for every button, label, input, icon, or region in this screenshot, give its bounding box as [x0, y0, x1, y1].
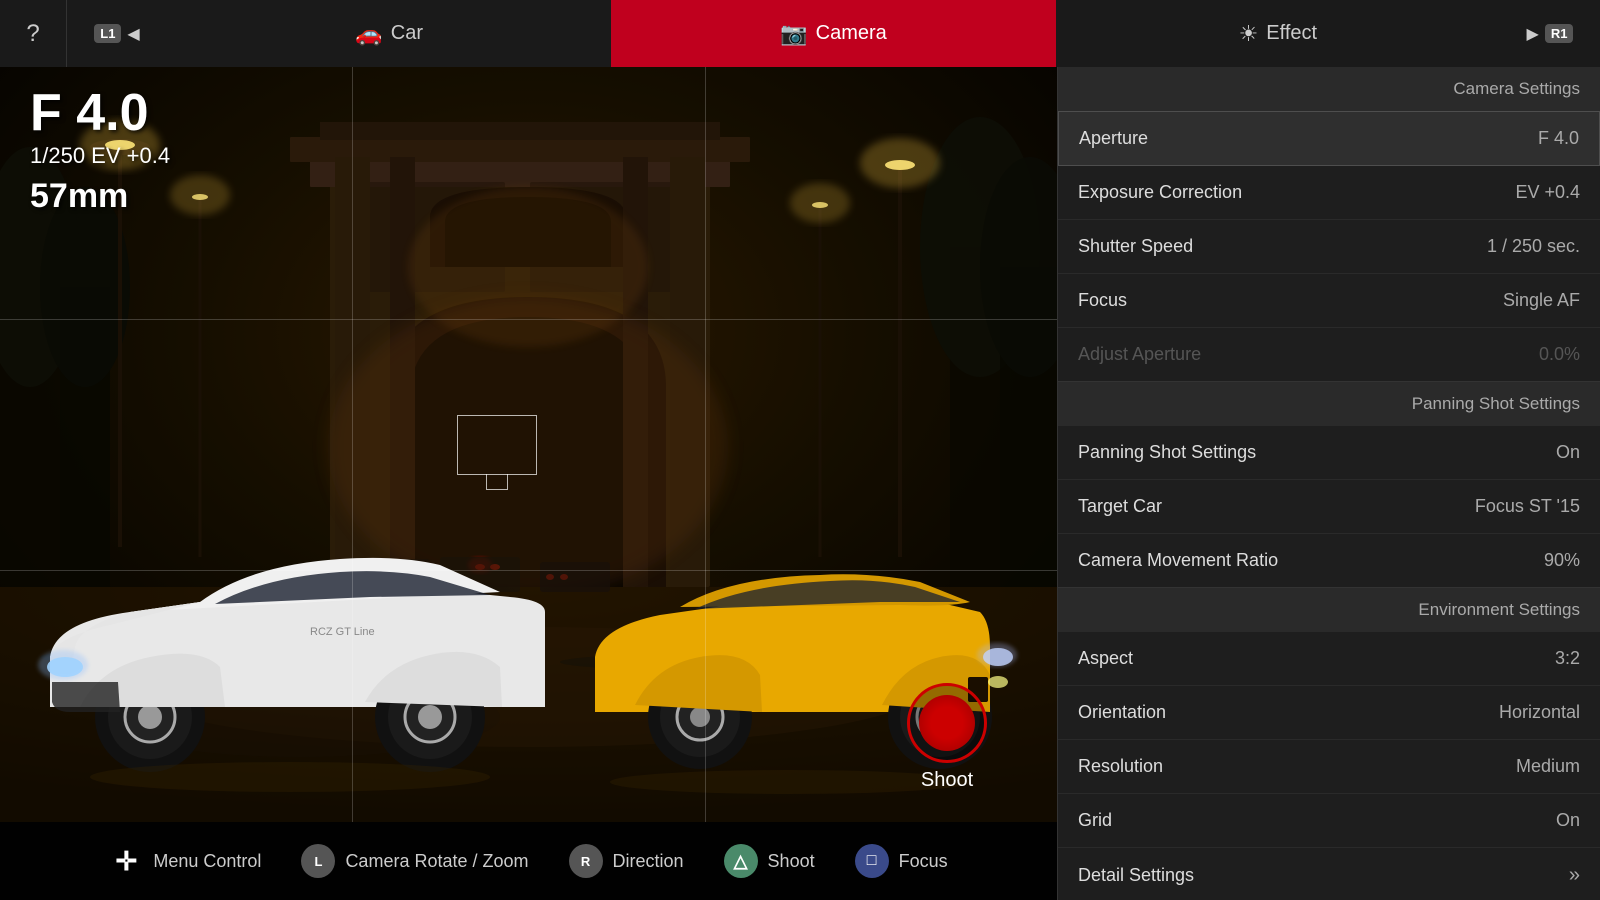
nav-camera-label: Camera — [816, 22, 887, 45]
car-icon: 🚗 — [355, 21, 382, 47]
left-arrow-icon: ◀ — [127, 24, 139, 44]
adjust-aperture-value: 0.0% — [1539, 344, 1580, 365]
camera-settings-header: Camera Settings — [1058, 67, 1600, 111]
r1-nav-button[interactable]: ▶ R1 — [1500, 0, 1600, 67]
bottom-camera-rotate: L Camera Rotate / Zoom — [301, 844, 528, 878]
l-button-icon: L — [301, 844, 335, 878]
hud-shutter-ev: 1/250 EV +0.4 — [30, 143, 170, 169]
camera-movement-row[interactable]: Camera Movement Ratio 90% — [1058, 534, 1600, 587]
detail-settings-label: Detail Settings — [1078, 865, 1194, 886]
aspect-row[interactable]: Aspect 3:2 — [1058, 632, 1600, 686]
focus-value: Single AF — [1503, 290, 1580, 311]
exposure-value: EV +0.4 — [1515, 182, 1580, 203]
bottom-focus: □ Focus — [855, 844, 948, 878]
resolution-row[interactable]: Resolution Medium — [1058, 740, 1600, 794]
direction-label: Direction — [613, 851, 684, 872]
hud-overlay: F 4.0 1/250 EV +0.4 57mm — [30, 87, 170, 216]
camera-icon: 📷 — [780, 21, 807, 47]
aperture-value: F 4.0 — [1538, 128, 1579, 149]
adjust-aperture-label: Adjust Aperture — [1078, 344, 1201, 365]
focus-bracket — [457, 415, 537, 475]
help-icon: ? — [26, 20, 39, 48]
shutter-value: 1 / 250 sec. — [1487, 236, 1580, 257]
focus-row[interactable]: Focus Single AF — [1058, 274, 1600, 328]
menu-control-label: Menu Control — [153, 851, 261, 872]
panning-shot-value: On — [1556, 442, 1580, 463]
resolution-label: Resolution — [1078, 756, 1163, 777]
aspect-label: Aspect — [1078, 648, 1133, 669]
orientation-value: Horizontal — [1499, 702, 1580, 723]
target-car-row[interactable]: Target Car Focus ST '15 — [1058, 480, 1600, 534]
svg-text:RCZ GT Line: RCZ GT Line — [310, 626, 375, 638]
square-button-icon: □ — [855, 844, 889, 878]
environment-settings-header: Environment Settings — [1058, 588, 1600, 632]
l1-nav-button[interactable]: L1 ◀ — [67, 0, 167, 67]
effect-icon: ☀ — [1239, 21, 1259, 47]
shoot-button-circle — [907, 683, 987, 763]
shutter-row[interactable]: Shutter Speed 1 / 250 sec. — [1058, 220, 1600, 274]
panning-settings-header: Panning Shot Settings — [1058, 382, 1600, 426]
focus-label: Focus — [899, 851, 948, 872]
l1-badge: L1 — [94, 24, 121, 43]
resolution-value: Medium — [1516, 756, 1580, 777]
nav-car-label: Car — [391, 22, 423, 45]
grid-row[interactable]: Grid On — [1058, 794, 1600, 848]
adjust-aperture-row[interactable]: Adjust Aperture 0.0% — [1058, 328, 1600, 381]
environment-settings-section: Environment Settings Aspect 3:2 Orientat… — [1058, 588, 1600, 900]
orientation-row[interactable]: Orientation Horizontal — [1058, 686, 1600, 740]
aspect-value: 3:2 — [1555, 648, 1580, 669]
shutter-label: Shutter Speed — [1078, 236, 1193, 257]
shoot-button-inner — [919, 695, 975, 751]
camera-settings-section: Camera Settings Aperture F 4.0 Exposure … — [1058, 67, 1600, 382]
target-car-label: Target Car — [1078, 496, 1162, 517]
target-car-value: Focus ST '15 — [1475, 496, 1580, 517]
triangle-button-icon: △ — [724, 844, 758, 878]
bottom-control-bar: ✛ Menu Control L Camera Rotate / Zoom R … — [0, 822, 1057, 900]
r-button-icon: R — [569, 844, 603, 878]
nav-car[interactable]: 🚗 Car — [167, 0, 611, 67]
grid-label: Grid — [1078, 810, 1112, 831]
nav-camera[interactable]: 📷 Camera — [611, 0, 1055, 67]
panning-settings-section: Panning Shot Settings Panning Shot Setti… — [1058, 382, 1600, 588]
panning-shot-label: Panning Shot Settings — [1078, 442, 1256, 463]
aperture-row[interactable]: Aperture F 4.0 — [1058, 111, 1600, 166]
shoot-button-label: Shoot — [921, 769, 973, 792]
shoot-button[interactable]: Shoot — [907, 683, 987, 792]
focus-label: Focus — [1078, 290, 1127, 311]
detail-settings-row[interactable]: Detail Settings » — [1058, 848, 1600, 900]
grid-value: On — [1556, 810, 1580, 831]
dpad-icon: ✛ — [109, 844, 143, 878]
photo-viewport[interactable]: RCZ GT Line — [0, 67, 1057, 822]
right-arrow-icon: ▶ — [1527, 24, 1539, 44]
top-navigation: ? L1 ◀ 🚗 Car 📷 Camera ☀ Effect ▶ R1 — [0, 0, 1600, 67]
bottom-shoot: △ Shoot — [724, 844, 815, 878]
exposure-label: Exposure Correction — [1078, 182, 1242, 203]
bottom-direction: R Direction — [569, 844, 684, 878]
nav-effect-label: Effect — [1266, 22, 1317, 45]
aperture-label: Aperture — [1079, 128, 1148, 149]
exposure-row[interactable]: Exposure Correction EV +0.4 — [1058, 166, 1600, 220]
orientation-label: Orientation — [1078, 702, 1166, 723]
help-button[interactable]: ? — [0, 0, 67, 67]
hud-aperture: F 4.0 — [30, 87, 170, 139]
r1-badge: R1 — [1545, 24, 1574, 43]
bottom-menu-control: ✛ Menu Control — [109, 844, 261, 878]
nav-effect[interactable]: ☀ Effect — [1056, 0, 1500, 67]
hud-focal-length: 57mm — [30, 177, 170, 216]
main-area: RCZ GT Line — [0, 67, 1600, 900]
camera-rotate-label: Camera Rotate / Zoom — [345, 851, 528, 872]
panning-shot-row[interactable]: Panning Shot Settings On — [1058, 426, 1600, 480]
right-settings-panel: Camera Settings Aperture F 4.0 Exposure … — [1057, 67, 1600, 900]
shoot-label: Shoot — [768, 851, 815, 872]
camera-movement-label: Camera Movement Ratio — [1078, 550, 1278, 571]
camera-movement-value: 90% — [1544, 550, 1580, 571]
detail-settings-chevron: » — [1569, 864, 1580, 887]
